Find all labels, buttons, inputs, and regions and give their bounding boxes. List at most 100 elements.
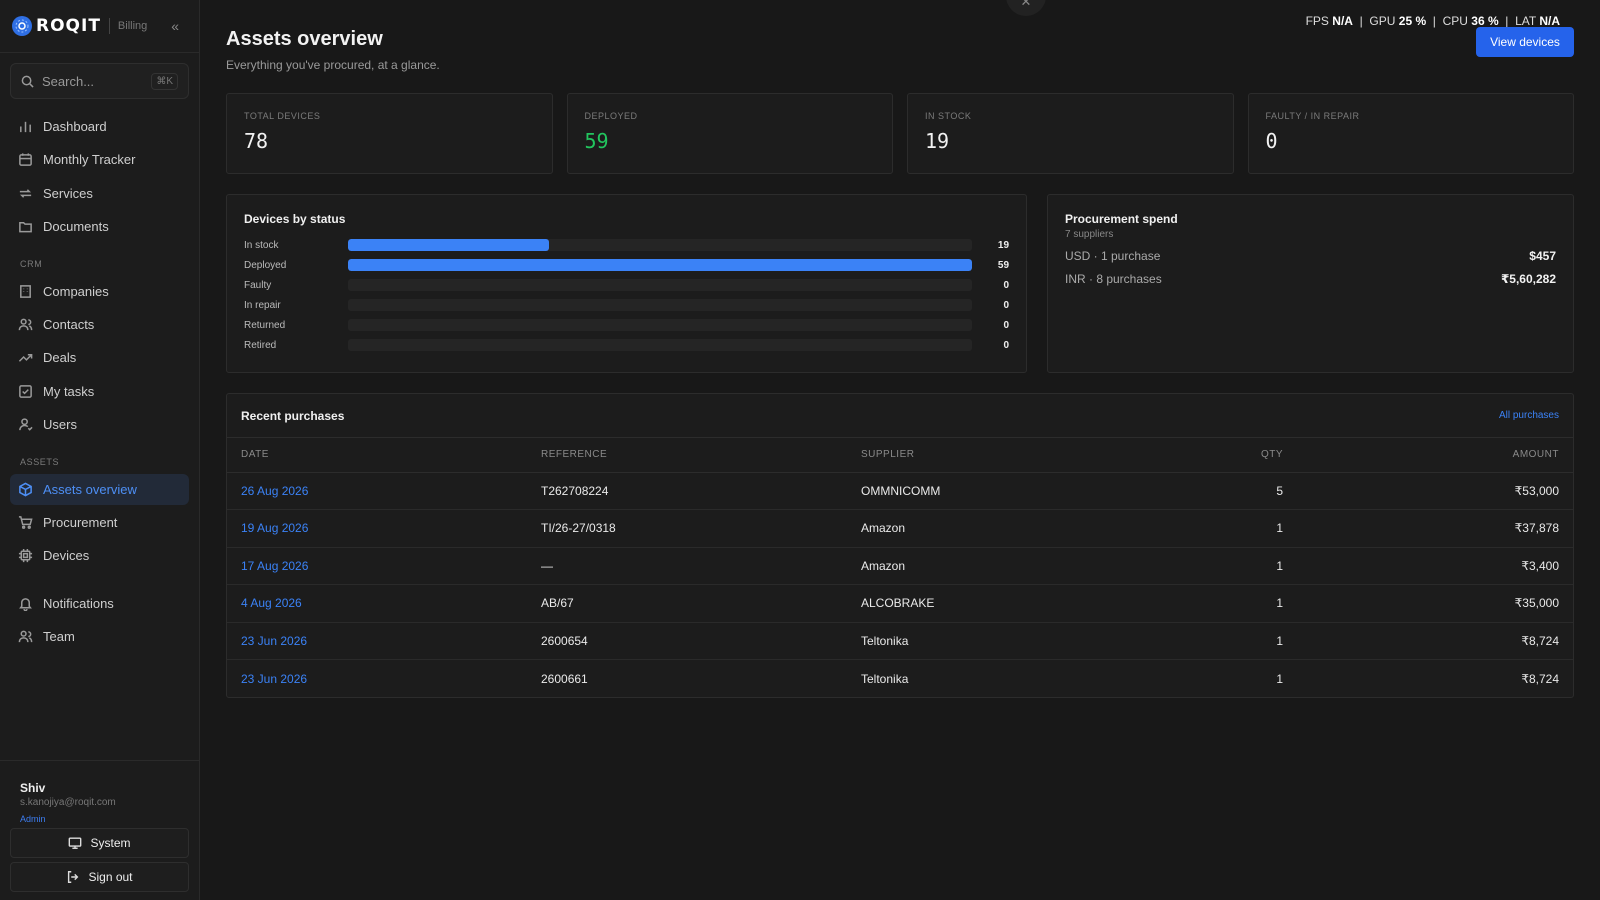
logo-text: ROQIT (36, 16, 101, 36)
sidebar: ROQIT Billing « ⌘K Dashboard Monthly Tra… (0, 0, 200, 900)
bar-chart-icon (20, 121, 31, 133)
trending-up-icon (18, 354, 33, 363)
table-row[interactable]: 4 Aug 2026 AB/67 ALCOBRAKE 1 ₹35,000 (227, 584, 1573, 623)
status-bar-track (347, 339, 973, 351)
status-value: 0 (1003, 339, 1010, 351)
sidebar-item-users[interactable]: Users (10, 409, 189, 440)
column-header-reference[interactable]: REFERENCE (527, 438, 847, 473)
gpu-value: 25 % (1398, 14, 1427, 28)
purchase-supplier: Amazon (847, 547, 1147, 585)
recent-purchases-card: Recent purchases All purchases DATE REFE… (226, 393, 1574, 698)
system-theme-button[interactable]: System (10, 828, 189, 858)
sidebar-item-monthly-tracker[interactable]: Monthly Tracker (10, 144, 189, 175)
purchase-reference: 2600654 (527, 622, 847, 660)
status-bar-track (347, 239, 973, 251)
purchase-date-link[interactable]: 4 Aug 2026 (227, 584, 527, 623)
stat-label: TOTAL DEVICES (244, 111, 321, 121)
collapse-sidebar-icon[interactable]: « (171, 18, 179, 34)
purchase-qty: 5 (1147, 472, 1297, 510)
stat-faulty: FAULTY / IN REPAIR 0 (1247, 93, 1574, 174)
purchase-date-link[interactable]: 23 Jun 2026 (227, 660, 527, 698)
purchase-reference: T262708224 (527, 472, 847, 510)
view-devices-button[interactable]: View devices (1476, 27, 1574, 57)
all-purchases-link[interactable]: All purchases (1499, 410, 1559, 421)
purchase-reference: 2600661 (541, 671, 588, 686)
status-value: 19 (997, 239, 1010, 251)
section-label-assets: ASSETS (20, 456, 60, 467)
status-bar-row: In repair 0 (244, 295, 1009, 315)
sign-out-label: Sign out (88, 870, 133, 884)
purchase-qty: 1 (1147, 509, 1297, 548)
users-icon (18, 318, 33, 331)
sidebar-item-assets-overview[interactable]: Assets overview (10, 473, 189, 505)
purchase-date-link[interactable]: 26 Aug 2026 (227, 472, 527, 510)
sidebar-item-team[interactable]: Team (10, 621, 189, 652)
status-bar-row: Returned 0 (244, 315, 1009, 335)
fps-label: FPS (1305, 14, 1329, 28)
purchase-date-link[interactable]: 23 Jun 2026 (227, 622, 527, 660)
devices-by-status-card: Devices by status In stock 19 Deployed 59 Fa… (226, 194, 1027, 373)
purchase-date-link[interactable]: 17 Aug 2026 (227, 547, 527, 585)
sidebar-item-documents[interactable]: Documents (10, 211, 189, 242)
stat-label: FAULTY / IN REPAIR (1265, 111, 1360, 121)
user-panel: Shiv s.kanojiya@roqit.com Admin System S… (0, 760, 199, 900)
page-title: Assets overview (226, 28, 383, 50)
stat-label: DEPLOYED (584, 111, 638, 121)
purchase-amount: ₹8,724 (1521, 671, 1559, 686)
sidebar-item-contacts[interactable]: Contacts (10, 309, 189, 340)
purchase-supplier: ALCOBRAKE (847, 584, 1147, 623)
search-input[interactable] (42, 73, 142, 89)
search-box[interactable]: ⌘K (10, 63, 189, 99)
column-header-supplier[interactable]: SUPPLIER (847, 438, 1147, 473)
sidebar-item-companies[interactable]: Companies (10, 276, 189, 307)
collapse-handle-icon[interactable]: ✕ (1006, 0, 1046, 16)
column-header-qty[interactable]: QTY (1147, 438, 1297, 473)
table-row[interactable]: 17 Aug 2026— Amazon 1 ₹3,400 (227, 547, 1573, 585)
table-row[interactable]: 23 Jun 2026 2600654 Teltonika 1 ₹8,724 (227, 622, 1573, 660)
sidebar-item-devices[interactable]: Devices (10, 540, 189, 571)
sidebar-item-dashboard[interactable]: Dashboard (10, 111, 189, 142)
sidebar-item-label: Dashboard (43, 119, 107, 134)
section-label-crm: CRM (20, 258, 43, 269)
sidebar-item-deals[interactable]: Deals (10, 342, 189, 373)
table-row[interactable]: 23 Jun 2026 2600661 Teltonika 1 ₹8,724 (227, 660, 1573, 698)
spend-subtitle: 7 suppliers (1065, 229, 1114, 240)
gpu-label: GPU (1369, 14, 1396, 28)
purchase-reference: AB/67 (527, 584, 847, 623)
user-icon (19, 418, 33, 431)
purchase-qty: 1 (1147, 584, 1297, 623)
card-title: Recent purchases (241, 408, 345, 423)
sidebar-item-label: Deals (43, 350, 77, 366)
column-header-amount[interactable]: AMOUNT (1297, 438, 1573, 473)
procurement-spend-card: Procurement spend 7 suppliers USD · 1 pu… (1047, 194, 1574, 373)
sidebar-item-notifications[interactable]: Notifications (10, 588, 189, 619)
sidebar-item-my-tasks[interactable]: My tasks (10, 376, 189, 407)
stats-row: TOTAL DEVICES 78 DEPLOYED 59 IN STOCK 19… (226, 93, 1574, 174)
spend-label: USD · 1 purchase (1065, 249, 1161, 263)
sidebar-item-label: My tasks (43, 383, 95, 399)
status-bar-row: In stock 19 (244, 235, 1009, 255)
cart-icon (18, 516, 33, 529)
sidebar-item-procurement[interactable]: Procurement (10, 507, 189, 538)
search-icon (21, 75, 34, 88)
brand-section: Billing (117, 20, 148, 32)
table-row[interactable]: 19 Aug 2026 TI/26-27/0318 Amazon 1 ₹37,878 (227, 509, 1573, 548)
sidebar-item-label: Services (43, 185, 93, 201)
table-row[interactable]: 26 Aug 2026 T262708224 OMMNICOMM 5 ₹53,000 (227, 472, 1573, 510)
status-bar-fill (347, 259, 973, 271)
column-header-date[interactable]: DATE (227, 438, 527, 473)
status-label: In repair (244, 299, 281, 311)
system-theme-label: System (90, 836, 131, 850)
stat-total-devices: TOTAL DEVICES 78 (226, 93, 553, 174)
status-bar-fill (347, 239, 549, 251)
spend-amount: $457 (1529, 249, 1556, 263)
bell-icon (19, 597, 32, 611)
spend-amount: ₹5,60,282 (1500, 272, 1556, 286)
sidebar-item-label: Companies (43, 283, 109, 299)
sign-out-button[interactable]: Sign out (10, 862, 189, 892)
status-value: 0 (1003, 279, 1010, 291)
sidebar-item-services[interactable]: Services (10, 178, 189, 209)
stat-in-stock: IN STOCK 19 (907, 93, 1234, 174)
purchase-date-link[interactable]: 19 Aug 2026 (227, 509, 527, 548)
status-bar-track (347, 259, 973, 271)
